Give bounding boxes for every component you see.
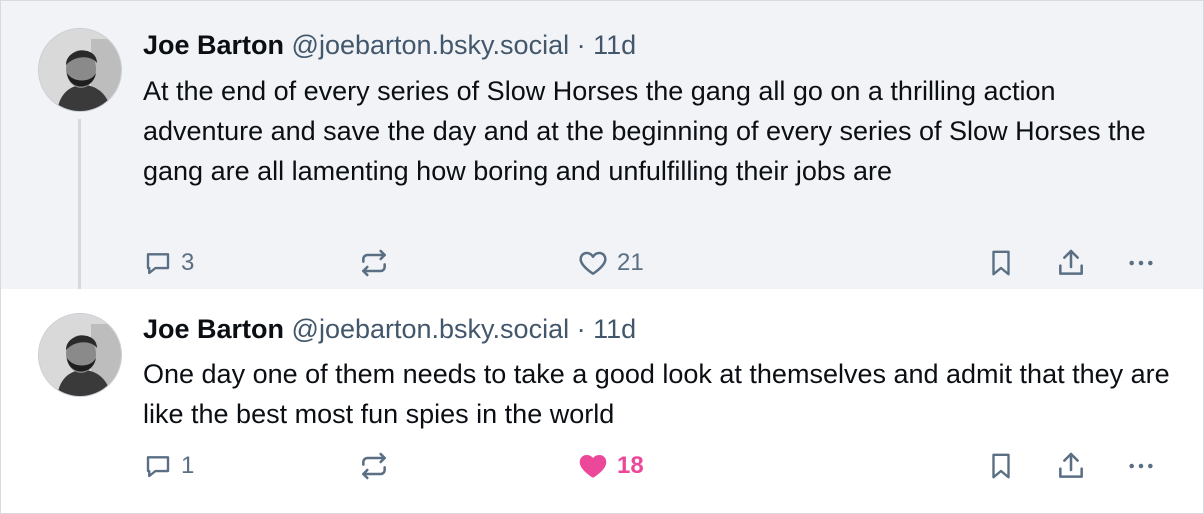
like-count: 21 bbox=[617, 249, 644, 276]
author-handle[interactable]: @joebarton.bsky.social bbox=[292, 30, 570, 60]
reply-count: 3 bbox=[181, 249, 195, 276]
share-button[interactable] bbox=[1055, 245, 1087, 281]
more-options-button[interactable] bbox=[1125, 448, 1157, 484]
repost-button[interactable] bbox=[358, 245, 390, 281]
like-count: 18 bbox=[617, 452, 644, 479]
bookmark-icon bbox=[992, 250, 1010, 276]
post-timestamp[interactable]: 11d bbox=[593, 30, 636, 60]
avatar[interactable] bbox=[38, 28, 122, 112]
avatar[interactable] bbox=[38, 313, 122, 397]
author-handle[interactable]: @joebarton.bsky.social bbox=[292, 314, 570, 344]
post-parent[interactable]: Joe Barton @joebarton.bsky.social · 11d … bbox=[1, 0, 1203, 301]
bookmark-button[interactable] bbox=[986, 448, 1016, 484]
reply-button[interactable]: 1 bbox=[143, 448, 194, 484]
post-text: One day one of them needs to take a good… bbox=[143, 359, 1170, 429]
post-header: Joe Barton @joebarton.bsky.social · 11d bbox=[143, 313, 636, 345]
reply-button[interactable]: 3 bbox=[143, 245, 194, 281]
more-dots-icon bbox=[1129, 260, 1153, 266]
share-icon bbox=[1059, 249, 1083, 275]
share-icon bbox=[1059, 452, 1083, 478]
bookmark-button[interactable] bbox=[986, 245, 1016, 281]
heart-icon bbox=[579, 455, 607, 478]
author-name[interactable]: Joe Barton bbox=[143, 314, 284, 344]
more-options-button[interactable] bbox=[1125, 245, 1157, 281]
post-thread: Joe Barton @joebarton.bsky.social · 11d … bbox=[0, 0, 1204, 514]
post-header: Joe Barton @joebarton.bsky.social · 11d bbox=[143, 29, 636, 61]
repost-icon bbox=[362, 249, 386, 277]
repost-icon bbox=[362, 452, 386, 480]
reply-count: 1 bbox=[181, 452, 195, 479]
post-actions: 1 18 bbox=[1, 448, 1203, 484]
speech-bubble-icon bbox=[146, 456, 170, 478]
author-name[interactable]: Joe Barton bbox=[143, 30, 284, 60]
speech-bubble-icon bbox=[146, 253, 170, 275]
like-button[interactable]: 21 bbox=[577, 245, 644, 281]
post-timestamp[interactable]: 11d bbox=[593, 314, 636, 344]
repost-button[interactable] bbox=[358, 448, 390, 484]
separator-dot: · bbox=[576, 314, 586, 344]
like-button[interactable]: 18 bbox=[577, 448, 644, 484]
separator-dot: · bbox=[576, 30, 586, 60]
share-button[interactable] bbox=[1055, 448, 1087, 484]
heart-icon bbox=[579, 251, 607, 275]
post-text: At the end of every series of Slow Horse… bbox=[143, 76, 1146, 186]
more-dots-icon bbox=[1129, 463, 1153, 469]
post-actions: 3 21 bbox=[1, 245, 1203, 281]
bookmark-icon bbox=[992, 453, 1010, 479]
